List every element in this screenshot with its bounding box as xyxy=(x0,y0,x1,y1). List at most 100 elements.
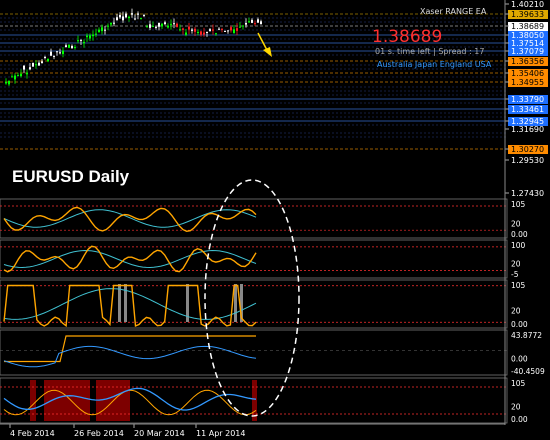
candle-body xyxy=(227,30,229,32)
panel-min-label: 0.00 xyxy=(511,415,528,424)
ea-name-label: Xaser RANGE EA xyxy=(420,7,487,16)
session-label: Australia Japan England USA xyxy=(377,60,492,69)
signal-zone-block xyxy=(30,380,36,421)
candle-body xyxy=(188,26,190,30)
candle-body xyxy=(251,19,253,23)
candle-body xyxy=(116,17,118,21)
panel-mid-label: 20 xyxy=(511,403,521,412)
candle-body xyxy=(191,29,193,31)
candle-body xyxy=(179,29,181,31)
candle-body xyxy=(194,28,196,32)
trading-chart-window[interactable]: Xaser RANGE EA 1.38689 01 s. time left |… xyxy=(0,0,550,440)
candle-body xyxy=(65,45,67,48)
candle-body xyxy=(92,34,94,37)
price-tick-label: 1.31690 xyxy=(511,125,544,134)
candle-body xyxy=(122,16,124,21)
candle-body xyxy=(5,81,7,84)
blue-momentum-line xyxy=(3,345,257,368)
candle-body xyxy=(257,19,259,23)
chart-title: EURUSD Daily xyxy=(12,167,130,186)
candle-body xyxy=(11,76,13,78)
candle-body xyxy=(209,29,211,32)
cyan-signal-line xyxy=(3,288,257,320)
candle-body xyxy=(152,26,154,28)
price-tick-label: 1.35406 xyxy=(511,69,544,78)
price-tick-label: 1.27430 xyxy=(511,189,544,198)
candle-body xyxy=(47,58,49,62)
current-price-readout: 1.38689 xyxy=(372,27,442,47)
histogram-bar xyxy=(234,284,237,322)
candle-body xyxy=(224,30,226,32)
time-tick-label: 20 Mar 2014 xyxy=(134,429,185,438)
candle-body xyxy=(86,35,88,38)
panel-min-label: 0.00 xyxy=(511,230,528,239)
chart-canvas[interactable]: Xaser RANGE EA 1.38689 01 s. time left |… xyxy=(0,0,550,440)
candle-body xyxy=(149,24,151,28)
candle-body xyxy=(23,65,25,70)
indicator-panels: 105200.0010020-5105200.0043.87720.00-40.… xyxy=(0,198,545,424)
candle-body xyxy=(185,32,187,35)
candle-body xyxy=(44,56,46,59)
price-tick-label: 1.34955 xyxy=(511,78,544,87)
candle-body xyxy=(14,75,16,80)
panel-max-label: 105 xyxy=(511,281,526,290)
candle-body xyxy=(68,44,70,48)
price-tick-label: 1.36356 xyxy=(511,57,544,66)
candle-body xyxy=(248,21,250,23)
candle-body xyxy=(80,39,82,41)
candle-body xyxy=(146,26,148,28)
indicator-panel-1-frame xyxy=(0,198,508,239)
indicator-panel-4-frame xyxy=(0,329,508,376)
candle-body xyxy=(98,29,100,33)
candle-body xyxy=(233,29,235,34)
panel-min-label: -40.4509 xyxy=(511,367,545,376)
candle-body xyxy=(71,45,73,49)
countdown-spread-label: 01 s. time left | Spread : 17 xyxy=(375,47,484,56)
price-tick-label: 1.40210 xyxy=(511,0,544,9)
orange-step-line xyxy=(4,335,256,363)
candle-body xyxy=(161,23,163,27)
price-tick-label: 1.37079 xyxy=(511,47,544,56)
candle-body xyxy=(140,18,142,20)
panel-mid-label: 20 xyxy=(511,219,521,228)
panel-min-label: 0.00 xyxy=(511,320,528,329)
panel-mid-label: 0.00 xyxy=(511,355,528,364)
candle-body xyxy=(101,27,103,32)
candle-body xyxy=(74,46,76,48)
candle-body xyxy=(77,40,79,42)
price-tick-label: 1.39633 xyxy=(511,10,544,19)
panel-min-label: -5 xyxy=(511,270,519,279)
time-tick-label: 4 Feb 2014 xyxy=(10,429,55,438)
panel-mid-label: 20 xyxy=(511,307,521,316)
candle-body xyxy=(56,51,58,53)
candle-body xyxy=(212,29,214,31)
candle-body xyxy=(182,28,184,30)
candle-body xyxy=(83,41,85,44)
candle-body xyxy=(170,23,172,25)
candlestick-series xyxy=(5,8,262,87)
candle-body xyxy=(125,13,127,18)
candle-body xyxy=(245,22,247,25)
candle-body xyxy=(107,25,109,27)
candle-body xyxy=(38,62,40,66)
candle-body xyxy=(158,22,160,27)
candle-body xyxy=(113,22,115,24)
candle-body xyxy=(215,33,217,35)
candle-body xyxy=(59,52,61,54)
price-tick-label: 1.29530 xyxy=(511,156,544,165)
candle-body xyxy=(143,15,145,17)
price-tick-label: 1.38689 xyxy=(511,22,544,31)
candle-body xyxy=(8,80,10,85)
candle-body xyxy=(29,67,31,70)
candle-body xyxy=(62,50,64,55)
time-tick-label: 26 Feb 2014 xyxy=(74,429,124,438)
candle-body xyxy=(17,75,19,77)
candle-body xyxy=(119,14,121,18)
candle-body xyxy=(200,31,202,35)
price-tick-label: 1.33790 xyxy=(511,95,544,104)
candle-body xyxy=(137,13,139,15)
panel-mid-label: 20 xyxy=(511,260,521,269)
candle-body xyxy=(20,73,22,77)
cyan-signal-line xyxy=(3,209,257,228)
candle-body xyxy=(155,26,157,28)
